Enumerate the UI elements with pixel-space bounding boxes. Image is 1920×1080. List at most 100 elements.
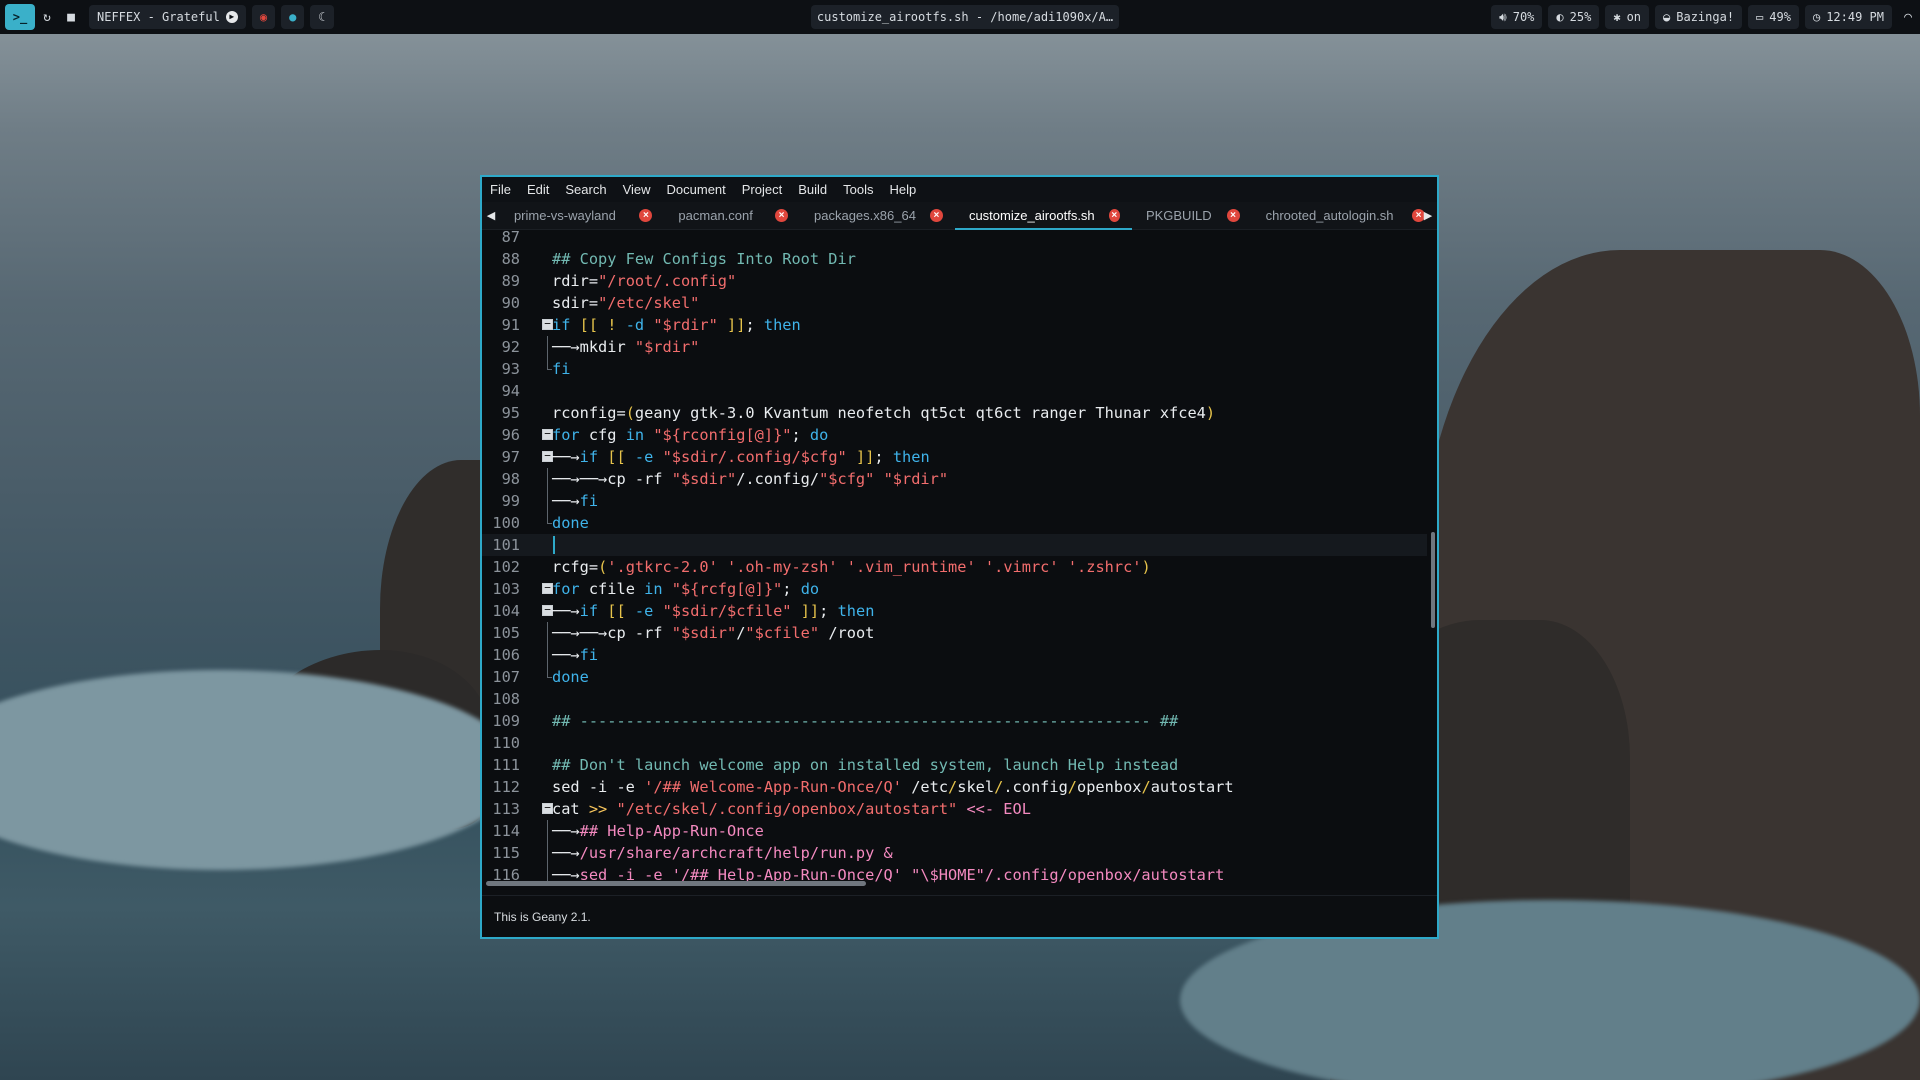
code-line[interactable]: 103− for cfile in "${rcfg[@]}"; do [482,578,1427,600]
tab-scroll-right-icon[interactable]: ▶ [1419,209,1437,222]
menu-build[interactable]: Build [798,182,827,197]
code-text: done [552,668,589,686]
palette-icon[interactable]: ● [281,5,305,29]
music-widget[interactable]: NEFFEX - Grateful ▶ [89,5,246,29]
code-line[interactable]: 106 ──→fi [482,644,1427,666]
line-number: 89 [501,272,520,290]
code-line[interactable]: 95 rconfig=(geany gtk-3.0 Kvantum neofetc… [482,402,1427,424]
code-line[interactable]: 112 sed -i -e '/## Welcome-App-Run-Once/Q… [482,776,1427,798]
code-text: rdir="/root/.config" [552,272,737,290]
tab-chrooted-autologin[interactable]: chrooted_autologin.sh × [1252,202,1437,230]
tab-packages-x86-64[interactable]: packages.x86_64 × [800,202,955,230]
menu-edit[interactable]: Edit [527,182,549,197]
code-line[interactable]: 98 ──→──→cp -rf "$sdir"/.config/"$cfg" "$… [482,468,1427,490]
folder-icon[interactable]: ■ [59,5,83,29]
battery-value: 49% [1769,10,1791,24]
line-number: 114 [492,822,520,840]
code-line[interactable]: 91− if [[ ! -d "$rdir" ]]; then [482,314,1427,336]
code-text: ──→──→cp -rf "$sdir"/"$cfile" /root [552,624,875,642]
line-number: 96 [501,426,520,444]
code-line[interactable]: 88 ## Copy Few Configs Into Root Dir [482,248,1427,270]
brightness-widget[interactable]: ◐ 25% [1548,5,1600,29]
tab-prime-vs-wayland[interactable]: prime-vs-wayland × [500,202,664,230]
play-icon[interactable]: ▶ [225,11,238,23]
code-text: rcfg=('.gtkrc-2.0' '.oh-my-zsh' '.vim_ru… [552,558,1151,576]
line-number: 98 [501,470,520,488]
code-text: ──→──→cp -rf "$sdir"/.config/"$cfg" "$rd… [552,470,949,488]
eye-off-icon[interactable]: ◉ [251,5,276,29]
fold-guide [547,666,552,678]
code-line[interactable]: 96− for cfg in "${rconfig[@]}"; do [482,424,1427,446]
menu-view[interactable]: View [623,182,651,197]
line-number: 115 [492,844,520,862]
code-line[interactable]: 93 fi [482,358,1427,380]
horizontal-scrollbar[interactable] [486,881,866,886]
code-line[interactable]: 111 ## Don't launch welcome app on instal… [482,754,1427,776]
code-line[interactable]: 105 ──→──→cp -rf "$sdir"/"$cfile" /root [482,622,1427,644]
menu-file[interactable]: File [490,182,511,197]
line-number: 102 [492,558,520,576]
vertical-scrollbar[interactable] [1431,532,1435,628]
code-text: for cfg in "${rconfig[@]}"; do [552,426,829,444]
code-editor[interactable]: 87 88 ## Copy Few Configs Into Root Dir 89 r… [482,230,1437,890]
clock-widget[interactable]: ◷ 12:49 PM [1804,5,1892,29]
bluetooth-widget[interactable]: ✱ on [1605,5,1650,29]
code-line[interactable]: 97− ──→if [[ -e "$sdir/.config/$cfg" ]]; … [482,446,1427,468]
code-line[interactable]: 107 done [482,666,1427,688]
code-line[interactable]: 115 ──→/usr/share/archcraft/help/run.py & [482,842,1427,864]
status-area: 🔊︎ 70% ◐ 25% ✱ on ◒ Bazinga! ▭ 49% ◷ 12:49 PM … [1485,5,1920,29]
wifi-icon: ◒ [1663,10,1671,24]
code-line[interactable]: 94 [482,380,1427,402]
code-text: ──→fi [552,492,599,510]
volume-widget[interactable]: 🔊︎ 70% [1491,5,1543,29]
code-line[interactable]: 100 done [482,512,1427,534]
tab-scroll-left-icon[interactable]: ◀ [482,209,500,222]
code-line[interactable]: 92 ──→mkdir "$rdir" [482,336,1427,358]
code-line[interactable]: 90 sdir="/etc/skel" [482,292,1427,314]
code-line[interactable]: 102 rcfg=('.gtkrc-2.0' '.oh-my-zsh' '.vim… [482,556,1427,578]
top-panel: >_ ↻ ■ NEFFEX - Grateful ▶ ◉ ● ☾ customi… [0,0,1920,34]
close-icon[interactable]: × [929,209,943,222]
code-line[interactable]: 108 [482,688,1427,710]
code-line[interactable]: 110 [482,732,1427,754]
code-line[interactable]: 101 [482,534,1427,556]
brightness-icon: ◐ [1556,10,1564,24]
code-line[interactable]: 87 [482,230,1427,248]
code-line[interactable]: 99 ──→fi [482,490,1427,512]
night-mode-icon[interactable]: ☾ [310,5,334,29]
tab-customize-airootfs[interactable]: customize_airootfs.sh × [954,202,1132,230]
close-icon[interactable]: × [639,209,653,222]
wifi-signal-icon[interactable]: ◠ [1896,5,1920,29]
code-text: rconfig=(geany gtk-3.0 Kvantum neofetch … [552,404,1216,422]
code-line[interactable]: 104− ──→if [[ -e "$sdir/$cfile" ]]; then [482,600,1427,622]
line-number: 111 [492,756,520,774]
close-icon[interactable]: × [1226,209,1240,222]
brightness-value: 25% [1569,10,1592,24]
code-line[interactable]: 113− cat >> "/etc/skel/.config/openbox/au… [482,798,1427,820]
menu-search[interactable]: Search [565,182,606,197]
code-line[interactable]: 89 rdir="/root/.config" [482,270,1427,292]
line-number: 113 [492,800,520,818]
code-line[interactable]: 109 ## ----------------------------------… [482,710,1427,732]
tab-pacman-conf[interactable]: pacman.conf × [664,202,800,230]
tab-pkgbuild[interactable]: PKGBUILD × [1132,202,1252,230]
battery-widget[interactable]: ▭ 49% [1748,5,1799,29]
menu-document[interactable]: Document [667,182,726,197]
window-title-text: customize_airootfs.sh - /home/adi1090x/A… [816,10,1114,24]
refresh-icon[interactable]: ↻ [35,5,59,29]
code-text: fi [552,360,571,378]
code-text: ──→/usr/share/archcraft/help/run.py & [552,844,893,862]
volume-value: 70% [1512,10,1535,24]
clock-icon: ◷ [1812,10,1821,24]
menu-help[interactable]: Help [890,182,917,197]
close-icon[interactable]: × [1108,209,1120,222]
menu-tools[interactable]: Tools [843,182,873,197]
wifi-widget[interactable]: ◒ Bazinga! [1655,5,1743,29]
code-line[interactable]: 114 ──→## Help-App-Run-Once [482,820,1427,842]
terminal-icon[interactable]: >_ [5,4,35,30]
menu-project[interactable]: Project [742,182,782,197]
tab-label: pacman.conf [678,208,753,223]
close-icon[interactable]: × [775,209,789,222]
code-text: ──→if [[ -e "$sdir/.config/$cfg" ]]; the… [552,448,930,466]
code-text: ──→mkdir "$rdir" [552,338,700,356]
